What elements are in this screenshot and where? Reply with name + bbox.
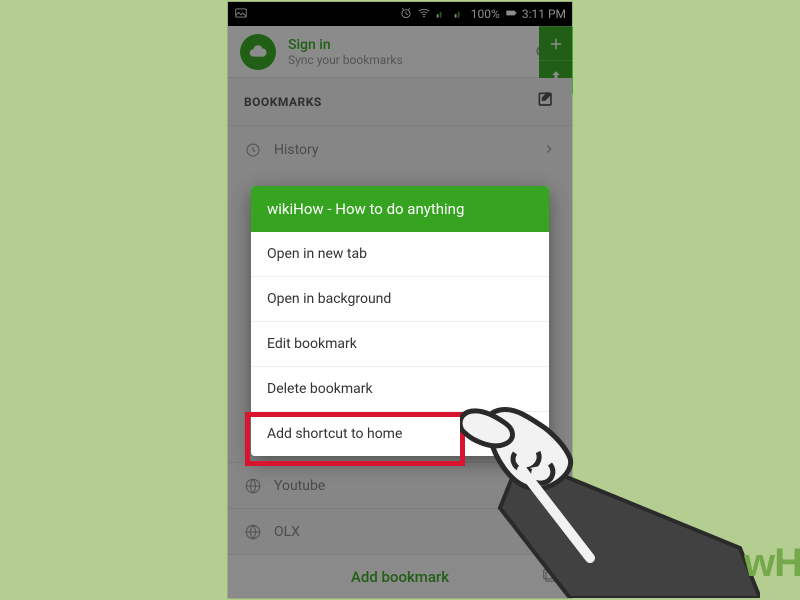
context-menu-title: wikiHow - How to do anything	[251, 186, 549, 232]
menu-edit-bookmark[interactable]: Edit bookmark	[251, 322, 549, 367]
menu-delete-bookmark[interactable]: Delete bookmark	[251, 367, 549, 412]
watermark: wH	[744, 541, 800, 586]
menu-open-new-tab[interactable]: Open in new tab	[251, 232, 549, 277]
menu-add-shortcut[interactable]: Add shortcut to home	[251, 412, 549, 456]
menu-open-background[interactable]: Open in background	[251, 277, 549, 322]
context-menu: wikiHow - How to do anything Open in new…	[251, 186, 549, 456]
